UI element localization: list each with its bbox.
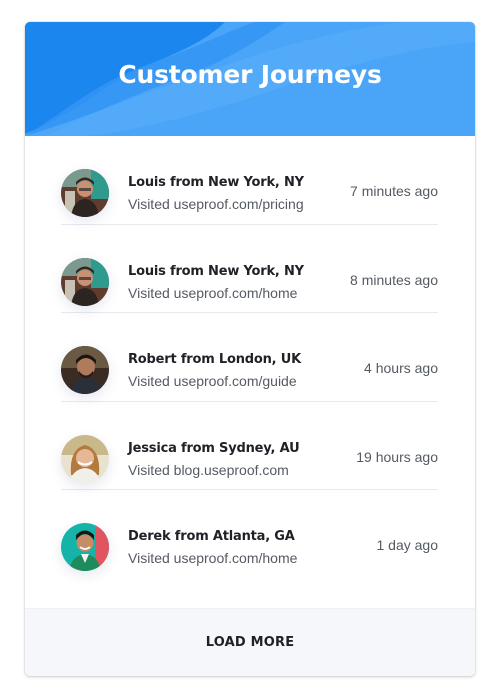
visitor-name: Jessica from Sydney, AU bbox=[128, 440, 300, 456]
visit-time: 19 hours ago bbox=[356, 448, 438, 465]
load-more-label: LOAD MORE bbox=[205, 635, 295, 650]
journey-row[interactable]: Louis from New York, NY Visited useproof… bbox=[61, 225, 438, 313]
visitor-name: Louis from New York, NY bbox=[128, 175, 304, 190]
derek-avatar bbox=[61, 523, 109, 571]
visit-time: 8 minutes ago bbox=[350, 271, 438, 288]
visit-time: 4 hours ago bbox=[364, 360, 438, 376]
journey-list: Louis from New York, NY Visited useproof… bbox=[25, 136, 475, 579]
journey-info: Robert from London, UK Visited useproof.… bbox=[128, 352, 301, 389]
louis-avatar bbox=[61, 257, 109, 306]
journey-row[interactable]: Robert from London, UK Visited useproof.… bbox=[61, 313, 438, 402]
visited-page: Visited useproof.com/home bbox=[128, 550, 298, 566]
journey-info: Louis from New York, NY Visited useproof… bbox=[128, 175, 304, 212]
louis-avatar bbox=[61, 169, 109, 217]
visited-page: Visited useproof.com/pricing bbox=[128, 196, 304, 212]
page-title: Customer Journeys bbox=[118, 60, 382, 89]
visited-page: Visited useproof.com/guide bbox=[128, 373, 297, 389]
visitor-name: Robert from London, UK bbox=[128, 352, 301, 367]
journey-info: Louis from New York, NY Visited useproof… bbox=[128, 264, 304, 301]
visit-time: 7 minutes ago bbox=[350, 183, 438, 199]
customer-journeys-card: Customer Journeys Louis from New York, N… bbox=[25, 22, 475, 676]
visit-time: 1 day ago bbox=[376, 537, 439, 553]
card-header: Customer Journeys bbox=[25, 22, 475, 136]
jessica-avatar bbox=[61, 434, 109, 483]
journey-row[interactable]: Jessica from Sydney, AU Visited blog.use… bbox=[61, 402, 438, 490]
journey-info: Derek from Atlanta, GA Visited useproof.… bbox=[128, 529, 297, 566]
load-more-button[interactable]: LOAD MORE bbox=[25, 608, 475, 676]
journey-row[interactable]: Louis from New York, NY Visited useproof… bbox=[61, 136, 438, 225]
visitor-name: Louis from New York, NY bbox=[128, 263, 304, 279]
visited-page: Visited useproof.com/home bbox=[128, 284, 298, 301]
visited-page: Visited blog.useproof.com bbox=[128, 461, 289, 478]
journey-row[interactable]: Derek from Atlanta, GA Visited useproof.… bbox=[61, 490, 438, 579]
journey-info: Jessica from Sydney, AU Visited blog.use… bbox=[128, 440, 300, 478]
robert-avatar bbox=[61, 346, 109, 394]
visitor-name: Derek from Atlanta, GA bbox=[128, 529, 295, 544]
